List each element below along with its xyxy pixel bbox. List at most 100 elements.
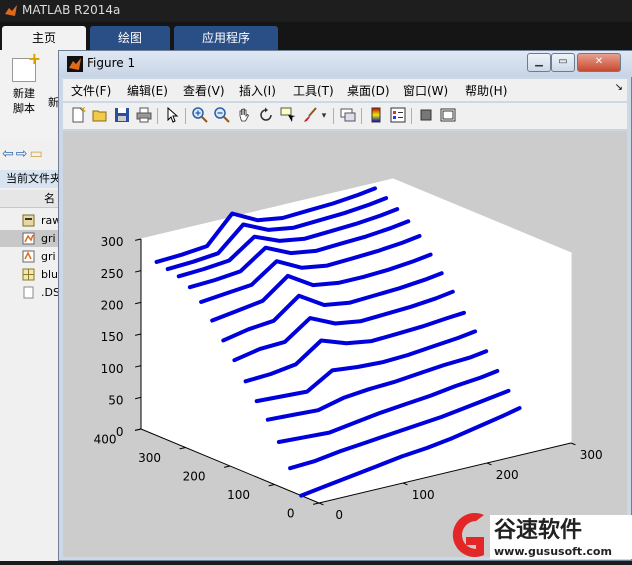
select-arrow-icon[interactable] — [163, 106, 181, 125]
file-row[interactable]: .DS — [0, 284, 64, 301]
new-script-icon — [12, 51, 41, 82]
new-script-button[interactable]: 新建 脚本 — [6, 51, 42, 116]
link-plot-icon[interactable] — [339, 107, 357, 125]
zoom-in-icon[interactable] — [191, 107, 209, 125]
z-tick-mark — [135, 365, 142, 368]
menu-window[interactable]: 窗口(W) — [403, 82, 448, 99]
menu-file[interactable]: 文件(F) — [71, 82, 111, 99]
z-tick-mark — [135, 238, 142, 241]
app-title: MATLAB R2014a — [22, 3, 121, 17]
y-tick-mark — [268, 484, 275, 487]
file-name: blu — [41, 268, 59, 281]
file-name: gri — [41, 250, 56, 263]
ribbon-tab-bar: 主页 绘图 应用程序 — [0, 22, 632, 50]
matlab-title-bar: MATLAB R2014a — [0, 0, 632, 22]
plot-area[interactable]: 0 100 200 300 0 100 200 300 400 0 50 100 150 200 250 30… — [63, 131, 627, 557]
z-tick-mark — [135, 396, 142, 400]
z-tick-label: 50 — [108, 394, 123, 408]
figure-title-bar[interactable]: Figure 1 ▁ ▭ ✕ — [59, 51, 632, 77]
rotate-3d-icon[interactable] — [257, 107, 275, 125]
open-file-icon[interactable] — [91, 107, 109, 125]
toolbar-separator — [411, 108, 412, 124]
tab-apps[interactable]: 应用程序 — [174, 26, 278, 50]
file-row[interactable]: gri — [0, 248, 64, 265]
figure-title: Figure 1 — [87, 56, 136, 70]
figure-toolbar: ▾ — [63, 103, 627, 130]
file-row[interactable]: raw — [0, 212, 64, 229]
figure-file-icon — [22, 232, 35, 245]
current-folder-panel: ⇦⇨▭ 当前文件夹 名 raw gri gri blu .DS — [0, 140, 64, 561]
toolbar-separator — [361, 108, 362, 124]
x-tick-mark — [486, 462, 492, 466]
y-tick-label: 400 — [94, 432, 117, 446]
y-tick-mark — [179, 447, 186, 450]
menu-insert[interactable]: 插入(I) — [239, 82, 276, 99]
watermark-logo-icon: 谷速软件 www.gususoft.com — [452, 513, 632, 559]
menu-tools[interactable]: 工具(T) — [293, 82, 334, 99]
toolbar-separator — [185, 108, 186, 124]
toolbar-separator — [157, 108, 158, 124]
tab-plots[interactable]: 绘图 — [90, 26, 170, 50]
y-tick-label: 0 — [287, 506, 295, 520]
file-row[interactable]: blu — [0, 266, 64, 283]
zoom-out-icon[interactable] — [213, 107, 231, 125]
z-tick-mark — [135, 333, 142, 336]
z-tick-label: 100 — [101, 362, 124, 376]
z-tick-label: 250 — [101, 267, 124, 281]
folder-up-icon[interactable]: ▭ — [29, 146, 44, 162]
watermark-url: www.gususoft.com — [494, 545, 612, 558]
new-figure-icon[interactable] — [69, 106, 87, 125]
y-tick-label: 100 — [227, 488, 250, 502]
matlab-logo-icon — [67, 56, 83, 72]
toolbar-separator — [333, 108, 334, 124]
show-plot-tools-icon[interactable] — [439, 107, 457, 125]
mfile-icon — [22, 250, 35, 263]
menu-edit[interactable]: 编辑(E) — [127, 82, 168, 99]
x-tick-label: 100 — [412, 488, 435, 502]
matlab-logo-icon — [5, 5, 17, 16]
file-row[interactable]: gri — [0, 230, 64, 247]
x-tick-mark — [318, 502, 324, 506]
data-file-icon — [22, 214, 35, 227]
z-tick-label: 150 — [101, 330, 124, 344]
forward-arrow-icon[interactable]: ⇨ — [16, 146, 30, 162]
z-tick-mark — [135, 428, 142, 431]
nav-buttons: ⇦⇨▭ — [2, 146, 45, 162]
x-tick-label: 0 — [335, 508, 343, 522]
3d-line-plot[interactable]: 0100200300010020030040005010015020025030… — [63, 131, 627, 557]
x-tick-label: 200 — [496, 468, 519, 482]
z-tick-label: 200 — [101, 299, 124, 313]
file-name: gri — [41, 232, 56, 245]
x-tick-label: 300 — [580, 448, 603, 462]
print-icon[interactable] — [135, 107, 153, 125]
data-cursor-icon[interactable] — [279, 107, 297, 125]
y-tick-mark — [224, 465, 231, 468]
colorbar-icon[interactable] — [367, 107, 385, 125]
menu-help[interactable]: 帮助(H) — [465, 82, 507, 99]
menu-desktop[interactable]: 桌面(D) — [347, 82, 390, 99]
brush-icon[interactable] — [301, 107, 319, 125]
pan-hand-icon[interactable] — [235, 107, 253, 125]
restore-button[interactable]: ▭ — [551, 53, 575, 72]
hide-plot-tools-icon[interactable] — [417, 107, 435, 125]
figure-menubar: 文件(F) 编辑(E) 查看(V) 插入(I) 工具(T) 桌面(D) 窗口(W… — [63, 79, 627, 101]
brush-dropdown-icon[interactable]: ▾ — [319, 107, 329, 125]
grid-file-icon — [22, 268, 35, 281]
tab-home[interactable]: 主页 — [2, 26, 86, 50]
x-tick-mark — [402, 482, 408, 486]
y-tick-label: 200 — [183, 469, 206, 483]
z-tick-label: 300 — [101, 235, 124, 249]
save-icon[interactable] — [113, 107, 131, 125]
back-arrow-icon[interactable]: ⇦ — [2, 146, 16, 162]
current-folder-label: 当前文件夹 — [0, 170, 64, 188]
figure-window: Figure 1 ▁ ▭ ✕ 文件(F) 编辑(E) 查看(V) 插入(I) 工… — [58, 50, 632, 561]
close-button[interactable]: ✕ — [577, 53, 621, 72]
minimize-button[interactable]: ▁ — [527, 53, 551, 72]
new-script-label-1: 新建 — [13, 87, 35, 100]
legend-icon[interactable] — [389, 107, 407, 125]
z-tick-mark — [135, 301, 142, 305]
dock-arrow-icon[interactable]: ↘ — [615, 82, 623, 93]
menu-view[interactable]: 查看(V) — [183, 82, 225, 99]
name-column-header[interactable]: 名 — [0, 190, 64, 208]
z-tick-label: 0 — [116, 425, 124, 439]
